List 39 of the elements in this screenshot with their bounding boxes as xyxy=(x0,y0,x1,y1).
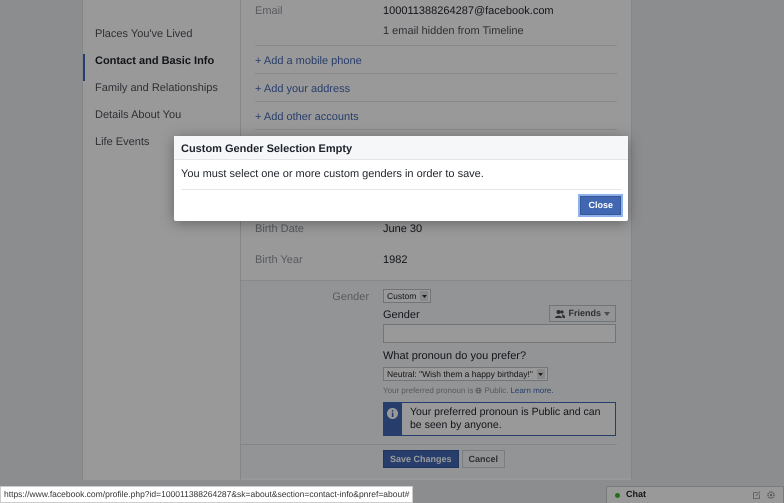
field-label: Birth Date xyxy=(255,222,305,238)
email-value: 100011388264287@facebook.com xyxy=(383,4,554,19)
add-link[interactable]: + Add other accounts xyxy=(255,102,617,130)
pronoun-select[interactable]: Neutral: "Wish them a happy birthday!" xyxy=(383,367,548,381)
sidebar-item[interactable]: Places You've Lived xyxy=(83,27,203,54)
add-link[interactable]: + Add your address xyxy=(255,74,617,102)
cancel-button[interactable]: Cancel xyxy=(462,450,506,468)
field-label: What pronoun do you prefer? xyxy=(383,350,528,363)
globe-icon xyxy=(475,387,482,394)
sidebar-item[interactable]: Details About You xyxy=(83,108,192,135)
audience-button[interactable]: Friends xyxy=(549,305,616,322)
save-button[interactable]: Save Changes xyxy=(383,450,459,468)
people-icon xyxy=(555,310,566,318)
dialog-title: Custom Gender Selection Empty xyxy=(174,136,628,160)
gender-input[interactable] xyxy=(383,324,616,343)
learn-more-link[interactable]: Learn more. xyxy=(510,384,554,397)
audience-text: Public. xyxy=(484,385,508,397)
sidebar-item[interactable]: Contact and Basic Info xyxy=(83,54,224,81)
online-dot-icon xyxy=(615,492,620,498)
dialog-message: You must select one or more custom genders in order to save. xyxy=(181,160,621,190)
close-button[interactable]: Close xyxy=(580,196,621,215)
field-value: 1982 xyxy=(383,253,408,268)
hidden-email-note: 1 email hidden from Timeline xyxy=(383,24,525,38)
sidebar-item[interactable]: Life Events xyxy=(83,135,160,162)
compose-icon[interactable] xyxy=(753,491,761,499)
settings-icon[interactable] xyxy=(767,491,775,499)
field-value: June 30 xyxy=(383,222,422,238)
gender-select[interactable]: Custom xyxy=(383,289,432,303)
status-url: https://www.facebook.com/profile.php?id=100011388264287&sk=about&section=contact-info&pnref=about# xyxy=(0,486,414,503)
hint-text: Your preferred pronoun is xyxy=(383,385,474,397)
info-text: Your preferred pronoun is Public and can be seen by anyone. xyxy=(408,405,602,433)
field-label: Birth Year xyxy=(255,253,304,268)
field-label: Email xyxy=(255,4,284,19)
info-icon xyxy=(387,408,398,419)
caret-icon xyxy=(604,312,610,316)
add-link[interactable]: + Add a mobile phone xyxy=(255,46,617,74)
field-label: Gender xyxy=(383,309,420,322)
field-label: Gender xyxy=(331,290,370,305)
sidebar-item[interactable]: Family and Relationships xyxy=(83,81,228,108)
